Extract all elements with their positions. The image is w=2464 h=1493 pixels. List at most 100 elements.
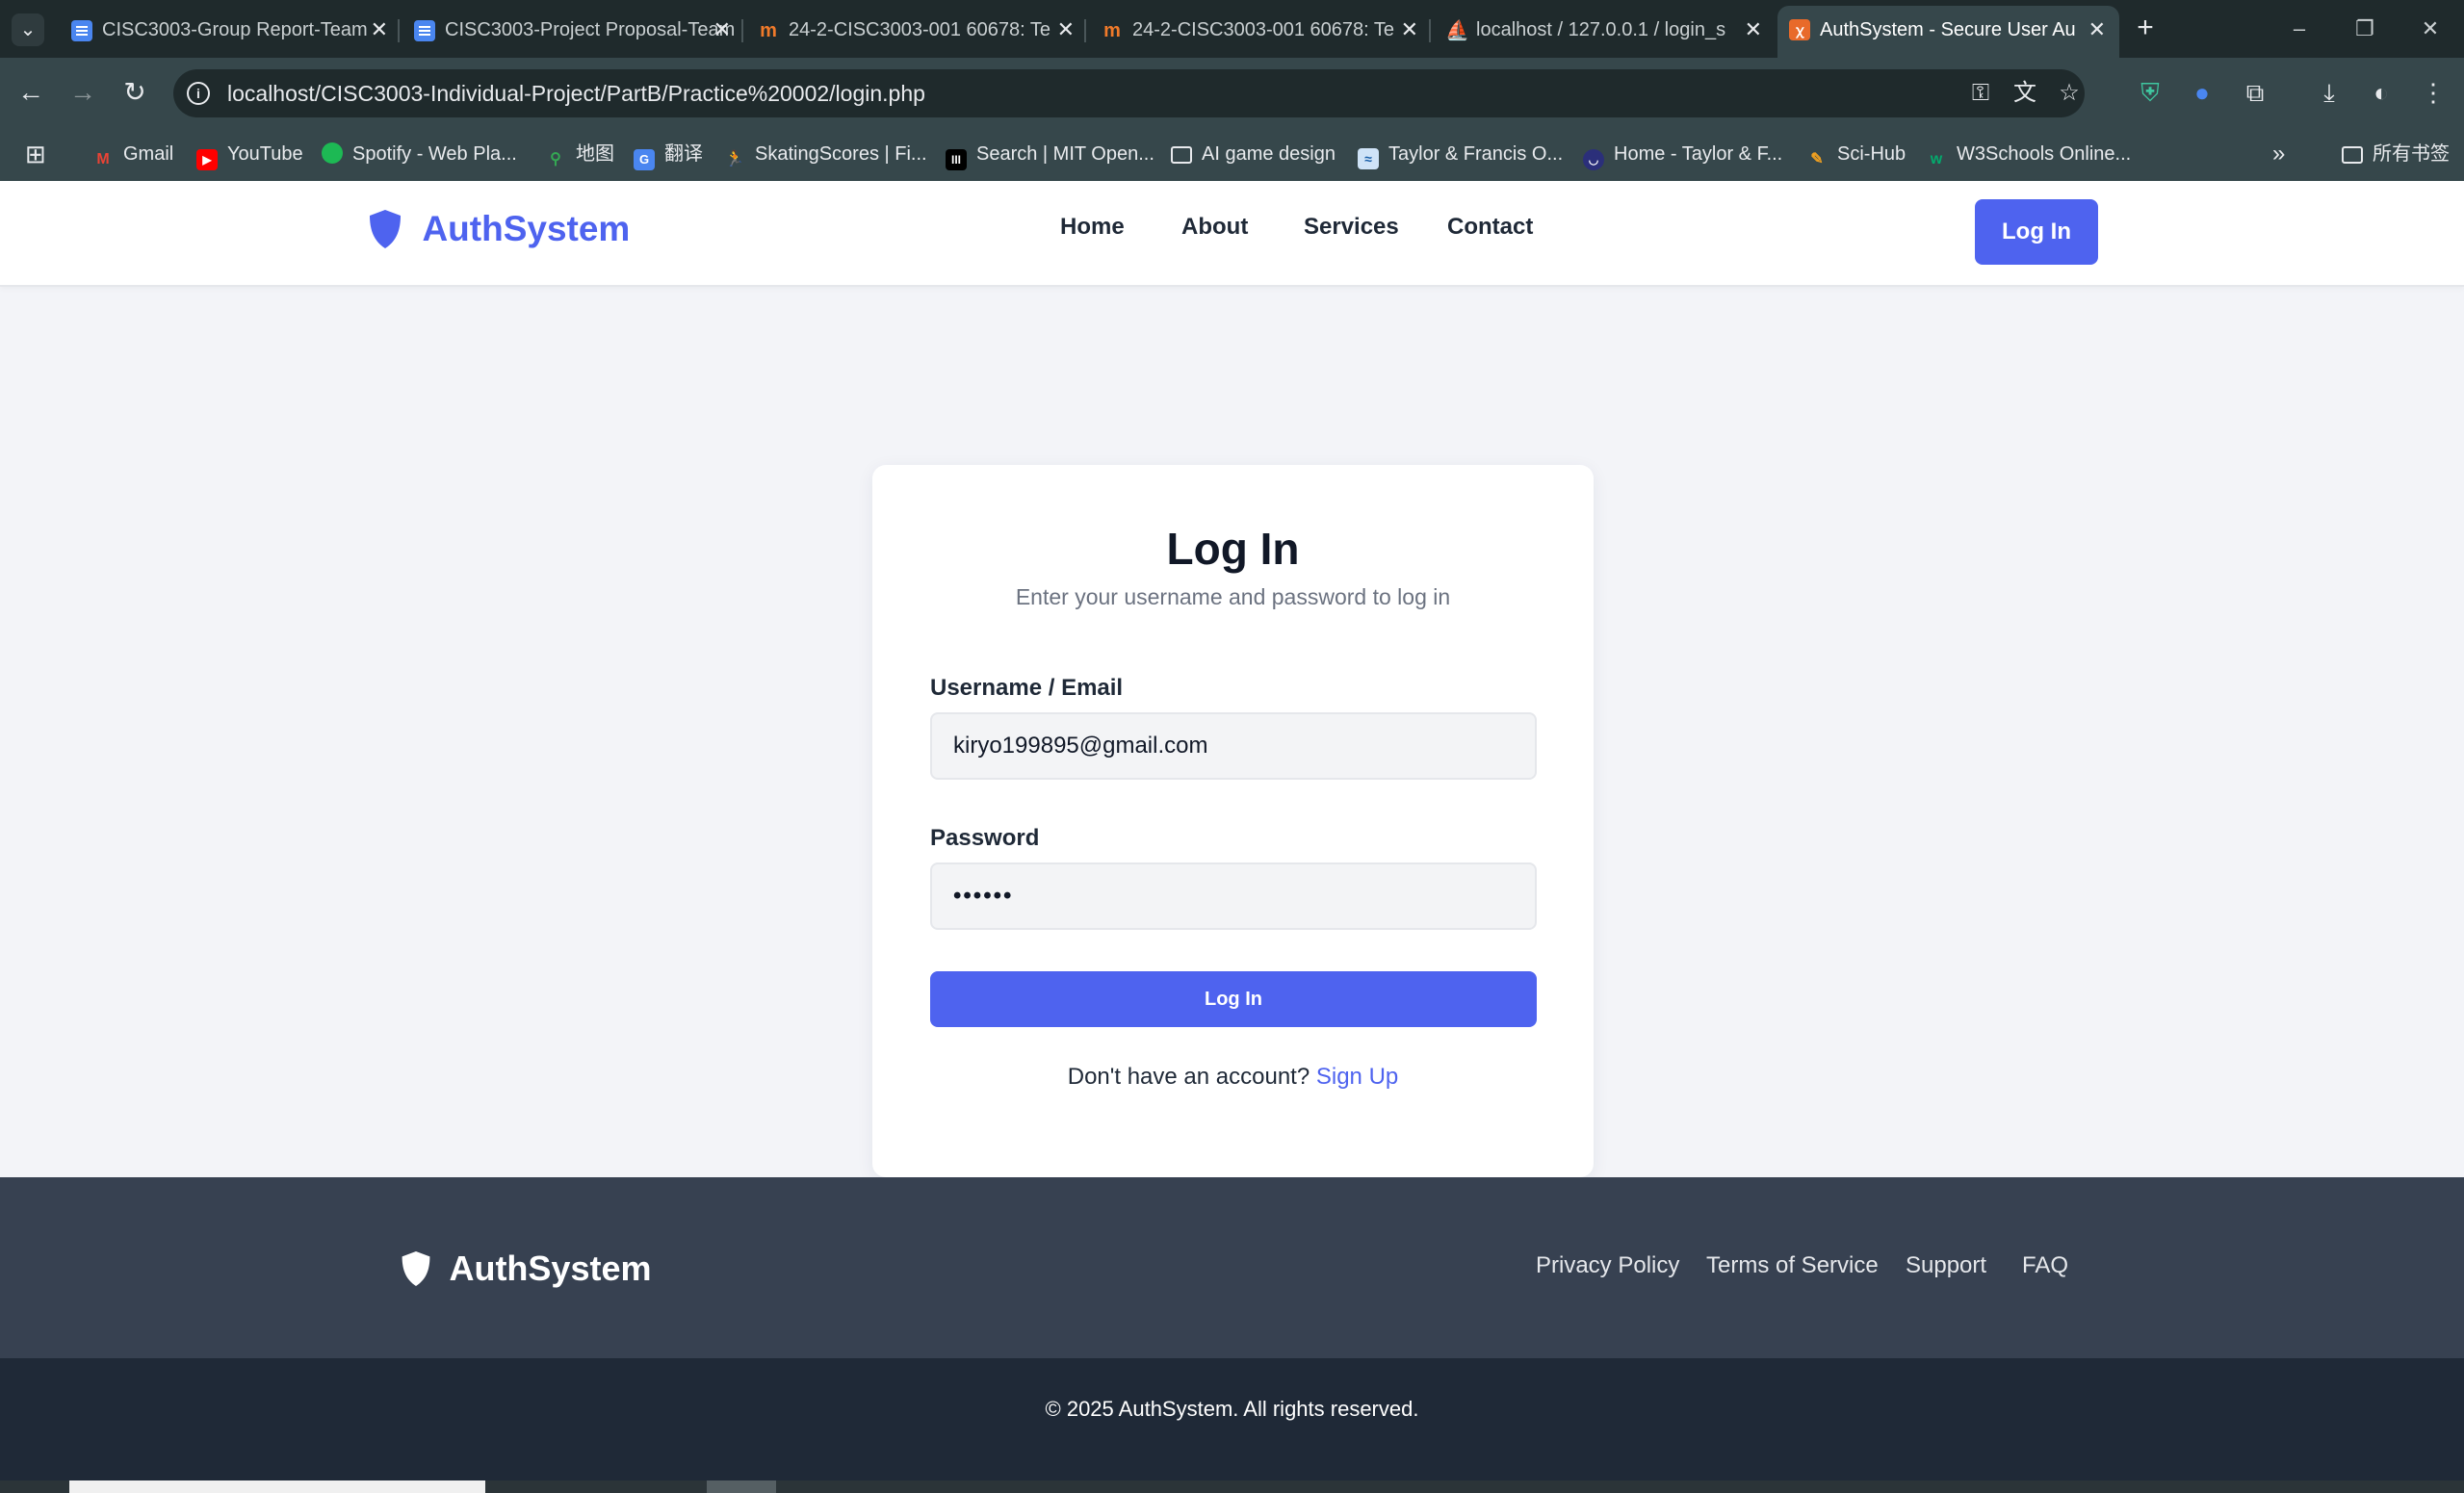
taskbar-item[interactable] (707, 1480, 776, 1493)
site-info-icon[interactable]: i (187, 82, 210, 105)
site-footer: AuthSystem Privacy Policy Terms of Servi… (0, 1177, 2464, 1358)
bookmark-label: YouTube (227, 143, 303, 165)
browser-toolbar: ← → ↻ i localhost/CISC3003-Individual-Pr… (0, 58, 2464, 181)
login-subtitle: Enter your username and password to log … (1015, 584, 1451, 609)
restore-icon[interactable]: ❐ (2346, 12, 2384, 46)
browser-tab[interactable]: m 24-2-CISC3003-001 60678: Te ✕ (1090, 10, 1432, 50)
tab-title: AuthSystem - Secure User Au (1820, 19, 2076, 40)
bookmark-scihub[interactable]: ✎ Sci-Hub (1806, 129, 1906, 179)
nav-contact[interactable]: Contact (1447, 214, 1533, 241)
close-icon[interactable]: ✕ (713, 10, 731, 50)
tab-search-menu-button[interactable]: ⌄ (12, 13, 44, 46)
bookmark-label: Sci-Hub (1837, 143, 1906, 165)
close-icon[interactable]: ✕ (1401, 10, 1418, 50)
browser-tab[interactable]: ⛵ localhost / 127.0.0.1 / login_s ✕ (1434, 10, 1776, 50)
profile-avatar-icon[interactable]: ◐ (2360, 71, 2402, 114)
minimize-icon[interactable]: – (2280, 12, 2319, 46)
site-logo[interactable]: AuthSystem (366, 208, 630, 256)
footer-privacy-link[interactable]: Privacy Policy (1536, 1252, 1679, 1279)
taylor-home-icon: ◡ (1583, 149, 1604, 170)
extensions-puzzle-icon[interactable]: ⧉ (2234, 71, 2276, 114)
address-bar[interactable]: i localhost/CISC3003-Individual-Project/… (173, 69, 2085, 117)
extension-shield-icon[interactable]: ⛨ (2129, 71, 2171, 114)
back-icon[interactable]: ← (12, 73, 50, 112)
bookmark-label: Spotify - Web Pla... (352, 143, 517, 165)
nav-home[interactable]: Home (1060, 214, 1125, 241)
url-text[interactable]: localhost/CISC3003-Individual-Project/Pa… (227, 69, 925, 117)
signup-row: Don't have an account? Sign Up (872, 1064, 1594, 1091)
bookmark-maps[interactable]: ⚲ 地图 (545, 129, 614, 179)
reload-icon[interactable]: ↻ (116, 73, 154, 112)
bookmark-label: Search | MIT Open... (976, 143, 1154, 165)
bookmark-w3schools[interactable]: w W3Schools Online... (1926, 129, 2131, 179)
forward-icon[interactable]: → (64, 73, 102, 112)
all-bookmarks-folder[interactable]: 所有书签 (2342, 129, 2450, 179)
username-label: Username / Email (930, 675, 1124, 701)
close-window-icon[interactable]: ✕ (2411, 12, 2450, 46)
bookmark-translate[interactable]: G 翻译 (634, 129, 703, 179)
bookmark-taylor-francis[interactable]: ≈ Taylor & Francis O... (1358, 129, 1563, 179)
footer-bottom-bar: © 2025 AuthSystem. All rights reserved. (0, 1358, 2464, 1493)
footer-support-link[interactable]: Support (1906, 1252, 1986, 1279)
nav-about[interactable]: About (1181, 214, 1248, 241)
bookmark-skatingscores[interactable]: 🏃 SkatingScores | Fi... (724, 129, 927, 179)
folder-icon (1171, 146, 1192, 164)
signup-prompt: Don't have an account? (1067, 1064, 1310, 1090)
footer-faq-link[interactable]: FAQ (2022, 1252, 2068, 1279)
password-label: Password (930, 825, 1040, 851)
taskbar-item[interactable] (69, 1480, 485, 1493)
shield-icon (402, 1251, 430, 1286)
bookmark-label: W3Schools Online... (1957, 143, 2132, 165)
login-title: Log In (1166, 524, 1300, 574)
tab-title: CISC3003-Group Report-Team (102, 19, 368, 40)
signup-link[interactable]: Sign Up (1316, 1064, 1398, 1090)
browser-tab[interactable]: CISC3003-Group Report-Team ✕ (60, 10, 402, 50)
tab-separator (741, 19, 743, 42)
footer-terms-link[interactable]: Terms of Service (1706, 1252, 1879, 1279)
browser-tab-active[interactable]: ꭓ AuthSystem - Secure User Au ✕ (1777, 6, 2119, 58)
bookmark-star-icon[interactable]: ☆ (2053, 77, 2086, 110)
menu-kebab-icon[interactable]: ⋮ (2412, 71, 2454, 114)
close-icon[interactable]: ✕ (1057, 10, 1075, 50)
taylor-francis-icon: ≈ (1358, 148, 1379, 169)
site-header: AuthSystem Home About Services Contact L… (0, 181, 2464, 287)
login-card: Log In Enter your username and password … (872, 465, 1594, 1177)
page-viewport: AuthSystem Home About Services Contact L… (0, 181, 2464, 1493)
google-translate-icon: G (634, 149, 655, 170)
header-login-button[interactable]: Log In (1975, 199, 2098, 265)
bookmark-spotify[interactable]: Spotify - Web Pla... (322, 129, 517, 179)
bookmark-label: Taylor & Francis O... (1388, 143, 1564, 165)
username-input[interactable]: kiryo199895@gmail.com (930, 712, 1537, 780)
w3schools-icon: w (1930, 151, 1943, 167)
login-submit-button[interactable]: Log In (930, 971, 1537, 1027)
skater-icon: 🏃 (725, 151, 744, 167)
new-tab-button[interactable]: + (2128, 12, 2163, 46)
nav-services[interactable]: Services (1304, 214, 1399, 241)
mit-icon: III (946, 149, 967, 170)
translate-icon[interactable]: 文 (2009, 77, 2041, 110)
bookmark-gmail[interactable]: M Gmail (92, 129, 173, 179)
password-key-icon[interactable]: ⚿ (1964, 77, 1997, 110)
tab-separator (1429, 19, 1431, 42)
browser-tab[interactable]: m 24-2-CISC3003-001 60678: Te ✕ (746, 10, 1088, 50)
bookmark-home-taylor[interactable]: ◡ Home - Taylor & F... (1583, 129, 1782, 179)
download-icon[interactable]: ⤓ (2308, 71, 2350, 114)
bookmark-youtube[interactable]: ▶ YouTube (196, 129, 303, 179)
extension-circle-icon[interactable]: ● (2181, 71, 2223, 114)
more-bookmarks-chevron-icon[interactable]: » (2272, 129, 2285, 179)
bookmark-label: 地图 (576, 143, 614, 165)
docs-icon (414, 20, 435, 41)
browser-tab[interactable]: CISC3003-Project Proposal-Team ✕ (402, 10, 744, 50)
close-icon[interactable]: ✕ (2088, 6, 2106, 54)
tab-title: 24-2-CISC3003-001 60678: Te (789, 19, 1051, 40)
apps-grid-icon[interactable]: ⊞ (25, 129, 46, 179)
close-icon[interactable]: ✕ (371, 10, 388, 50)
bookmark-folder-ai-game-design[interactable]: AI game design (1171, 129, 1336, 179)
password-input[interactable]: •••••• (930, 862, 1537, 930)
bookmark-label: 所有书签 (2373, 143, 2450, 165)
bookmark-mit[interactable]: III Search | MIT Open... (946, 129, 1154, 179)
bookmark-label: 翻译 (664, 143, 703, 165)
tab-separator (398, 19, 400, 42)
footer-logo[interactable]: AuthSystem (399, 1248, 652, 1289)
close-icon[interactable]: ✕ (1745, 10, 1762, 50)
